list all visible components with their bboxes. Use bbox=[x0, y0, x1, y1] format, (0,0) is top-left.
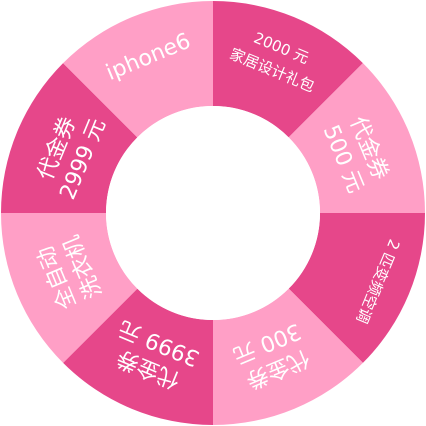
prize-wheel-graphic[interactable]: 2000 元家居设计礼包代金券500 元2 匹变频空调代金券300 元代金券39… bbox=[0, 0, 426, 426]
prize-wheel[interactable]: 2000 元家居设计礼包 代金券 500 元2 匹变频空调 代金券 300 元代金券 39… bbox=[0, 0, 426, 426]
wheel-center bbox=[106, 106, 320, 320]
